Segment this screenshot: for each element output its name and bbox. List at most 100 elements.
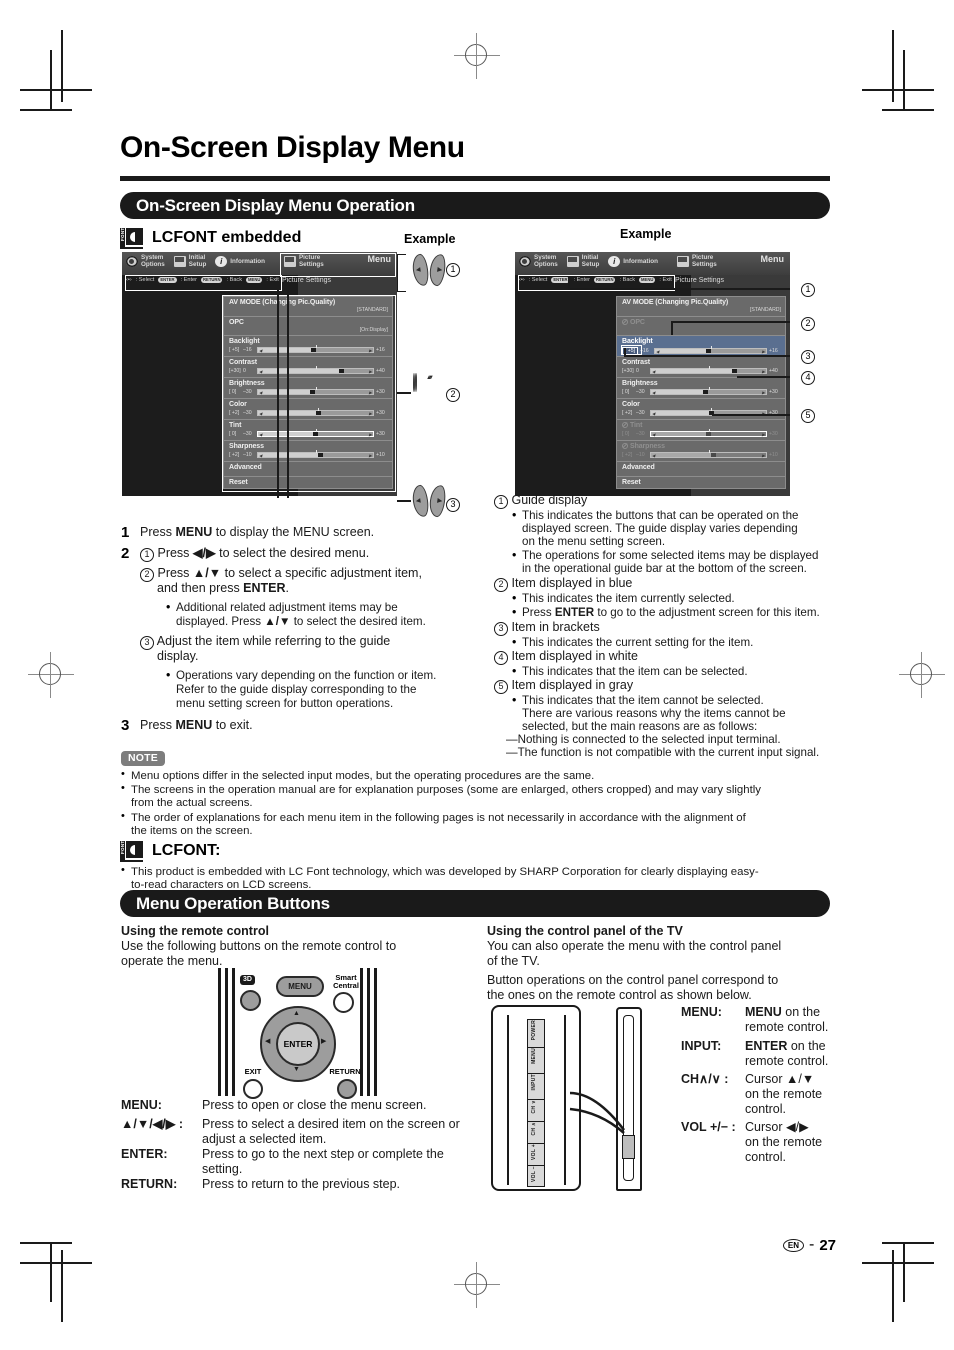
button-enter[interactable]: ENTER (276, 1022, 320, 1066)
legend-4-b1-dot: • (512, 664, 517, 678)
lcfont-logo-icon: FONT (120, 227, 143, 249)
step-2c-text: 3 Adjust the item while referring to the… (140, 634, 485, 650)
step-2b-l2-bold: ENTER (243, 581, 286, 595)
button-3d[interactable] (240, 990, 261, 1011)
osd-slider-track[interactable]: ◀▶ (650, 386, 767, 395)
tv-panel-button-input[interactable]: INPUT (527, 1073, 545, 1101)
smart-label-l2: Central (333, 981, 359, 990)
registration-mark-right (899, 652, 945, 698)
cursor-left-pad[interactable]: ◀ (410, 253, 431, 287)
step-2c-bullet-l3: menu setting screen for button operation… (176, 697, 394, 710)
lcfont-note-mark: FONT LCFONT: (120, 840, 220, 862)
step-2a-keys: ◀/▶ (192, 546, 216, 560)
tv-panel-button-ch-up[interactable]: CH ∧ (527, 1121, 545, 1145)
osd-item-opc[interactable]: OPC (617, 317, 785, 336)
osd-tab-system-options[interactable]: System Options (126, 254, 165, 268)
registration-mark-left (28, 652, 74, 698)
cursor-down-pad[interactable]: ▼ (415, 373, 434, 392)
cursor-left-icon[interactable]: ◀ (265, 1037, 270, 1045)
osd-item-backlight[interactable]: Backlight [ +5] –16 ◀ ▶ +16 (617, 336, 785, 357)
crop-mark-tr-h (862, 89, 934, 91)
step-2b-bullet-dot: • (166, 600, 171, 614)
tv-panel-label-ch-up: CH ∧ (531, 1122, 537, 1136)
legend-3-title: Item in brackets (511, 620, 600, 634)
tv-panel-button-vol-up[interactable]: VOL + (527, 1143, 545, 1167)
tv-panel-label-menu: MENU (531, 1048, 537, 1064)
tv-panel-button-menu[interactable]: MENU (527, 1047, 545, 1075)
step-1-text: Press MENU to display the MENU screen. (140, 525, 480, 540)
osd-slider-brightness[interactable]: [ 0] –30 ◀ ▶ +30 (622, 386, 781, 395)
remote-edge-left3 (232, 968, 235, 1096)
cursor-right-icon[interactable]: ▶ (321, 1037, 326, 1045)
mapping-desc-vol-l1: Cursor ◀/▶ (745, 1120, 809, 1134)
mapping-term-menu: MENU: (681, 1005, 722, 1019)
legend-5-marker: 5 (494, 680, 508, 694)
osd-item-contrast[interactable]: Contrast [+30] 0 ◀ ▶ +40 (617, 357, 785, 378)
osd-item-label: Reset (622, 478, 641, 486)
step-2b-bullet-l2: displayed. Press ▲/▼ to select the desir… (176, 614, 496, 629)
callout-leader-v-left1 (277, 290, 279, 498)
callout-leader-3 (397, 500, 411, 502)
lcfont-note-heading: LCFONT: (152, 842, 221, 859)
note-b3-l2: the items on the screen. (131, 825, 253, 837)
cursor-right-pad[interactable]: ▶ (427, 484, 448, 518)
mapping-input-bold: ENTER (745, 1039, 788, 1053)
osd-slider-sharpness: [ +2] –10 ◀ ▶ +10 (622, 449, 781, 458)
legend-5-dash-2: —The function is not compatible with the… (506, 746, 820, 759)
cursor-up-icon[interactable]: ▲ (293, 1010, 300, 1017)
callout-leader-r3v (624, 348, 626, 356)
osd-item-advanced[interactable]: Advanced (617, 462, 785, 477)
page-number: 27 (819, 1236, 836, 1254)
osd-slider-max: +30 (769, 431, 778, 437)
osd-tab-list: System Options Initial Setup i Information… (519, 254, 717, 268)
osd-item-reset[interactable]: Reset (617, 477, 785, 492)
note-badge: NOTE (121, 751, 165, 766)
tv-panel-label-vol-down: VOL − (531, 1166, 537, 1182)
cursor-key-up-down-2: ▲ ▼ (413, 373, 434, 392)
step-1-number: 1 (121, 524, 130, 541)
osd-item-color[interactable]: Color [ +2] –30 ◀▶ +30 (617, 399, 785, 420)
osd-slider-contrast[interactable]: [+30] 0 ◀ ▶ +40 (622, 365, 781, 374)
tv-panel-button-vol-down[interactable]: VOL − (527, 1165, 545, 1187)
crop-mark-bl-h2 (20, 1242, 72, 1244)
button-menu[interactable]: MENU (276, 976, 324, 997)
callout-leader-r3 (624, 355, 790, 357)
legend-5-b1-dot: • (512, 693, 517, 707)
cursor-down-icon[interactable]: ▼ (293, 1066, 300, 1073)
osd-item-tint[interactable]: Tint [ 0] –30 ◀ ▶ +30 (617, 420, 785, 441)
osd-tab-information[interactable]: i Information (608, 255, 658, 267)
definition-desc-return-l1: Press to return to the previous step. (202, 1177, 401, 1191)
section-bar-osd-operation: On-Screen Display Menu Operation (120, 192, 830, 219)
osd-tab-initial-setup[interactable]: Initial Setup (566, 254, 599, 268)
cursor-right-pad[interactable]: ▶ (427, 253, 448, 287)
legend-2-title: Item displayed in blue (511, 576, 633, 590)
osd-item-brightness[interactable]: Brightness [ 0] –30 ◀ ▶ +30 (617, 378, 785, 399)
legend-2-b2-dot: • (512, 605, 517, 619)
osd-tab-initial-setup[interactable]: Initial Setup (173, 254, 206, 268)
osd-item-sharpness[interactable]: Sharpness [ +2] –10 ◀ ▶ +10 (617, 441, 785, 462)
osd-slider-value: [ 0] (622, 431, 630, 437)
tv-panel-button-power[interactable]: POWER (527, 1019, 545, 1049)
cursor-left-pad[interactable]: ◀ (410, 484, 431, 518)
osd-tab-picture-settings[interactable]: Picture Settings (676, 254, 717, 268)
osd-tab-information[interactable]: i Information (215, 255, 265, 267)
button-exit[interactable] (243, 1079, 263, 1099)
osd-slider-track[interactable]: ◀▶ (650, 365, 767, 374)
example-label-left: Example (404, 232, 456, 246)
osd-slider-track[interactable]: ◀▶ (654, 345, 767, 354)
button-return[interactable] (337, 1079, 357, 1099)
manual-page: On-Screen Display Menu On-Screen Display… (0, 0, 954, 1350)
osd-tab-system-options[interactable]: System Options (519, 254, 558, 268)
step-3-number: 3 (121, 717, 130, 734)
tv-panel-button-ch-down[interactable]: CH ∨ (527, 1099, 545, 1123)
button-3d-label: 3D (240, 975, 255, 985)
button-smart-central[interactable] (333, 992, 354, 1013)
crop-mark-bl-h (20, 1262, 92, 1264)
substep-3-marker: 3 (140, 636, 154, 650)
osd-slider-value: [ +2] (622, 410, 633, 416)
osd-item-label-wrap: OPC (622, 318, 781, 328)
osd-slider-backlight[interactable]: [ +5] –16 ◀ ▶ +16 (622, 345, 781, 355)
section-bar-menu-operation-buttons: Menu Operation Buttons (120, 890, 830, 917)
osd-item-av-mode[interactable]: AV MODE (Changing Pic.Quality) [STANDARD… (617, 297, 785, 317)
mapping-desc-ch-l1: Cursor ▲/▼ (745, 1072, 815, 1086)
